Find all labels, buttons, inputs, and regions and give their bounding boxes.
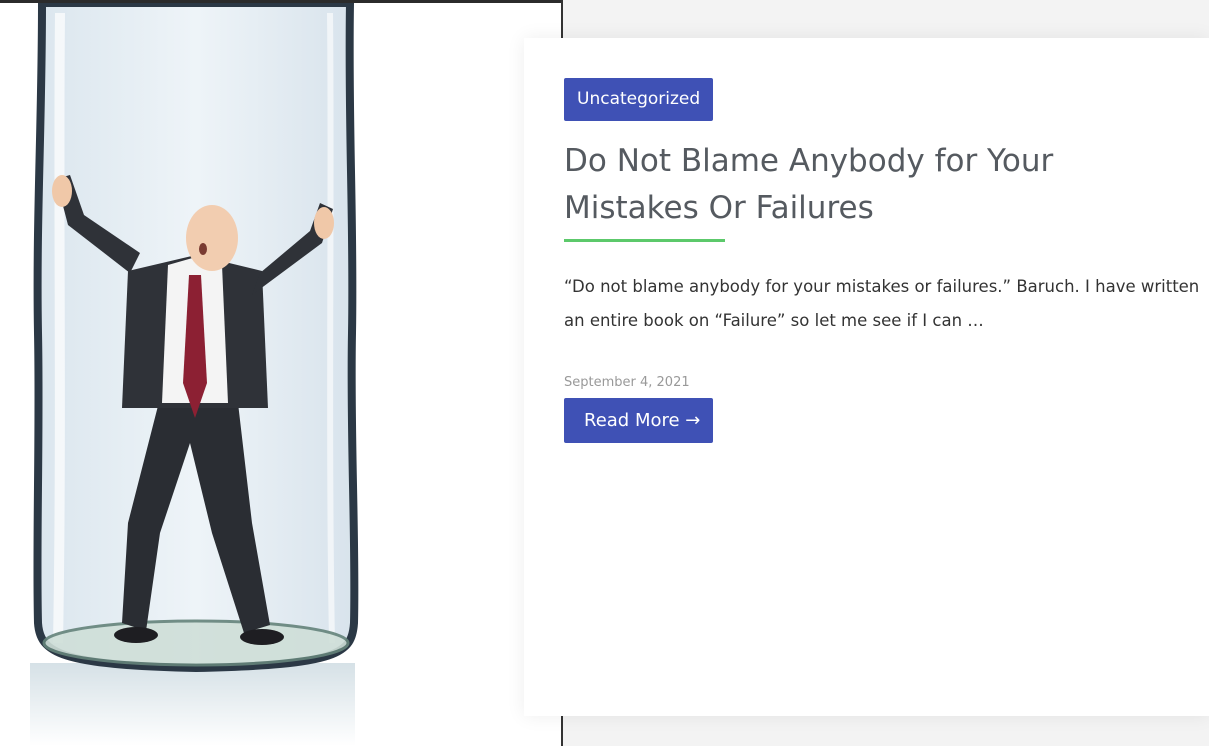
post-date: September 4, 2021	[564, 375, 690, 390]
post-card: Uncategorized Do Not Blame Anybody for Y…	[524, 38, 1209, 716]
category-badge[interactable]: Uncategorized	[564, 78, 714, 121]
post-title[interactable]: Do Not Blame Anybody for Your Mistakes O…	[564, 138, 1184, 232]
read-more-button[interactable]: Read More →	[564, 398, 714, 443]
featured-image[interactable]	[0, 3, 561, 746]
title-underline	[564, 239, 725, 242]
post-excerpt: “Do not blame anybody for your mistakes …	[564, 277, 1200, 330]
man-in-bottle-illustration	[30, 3, 359, 746]
